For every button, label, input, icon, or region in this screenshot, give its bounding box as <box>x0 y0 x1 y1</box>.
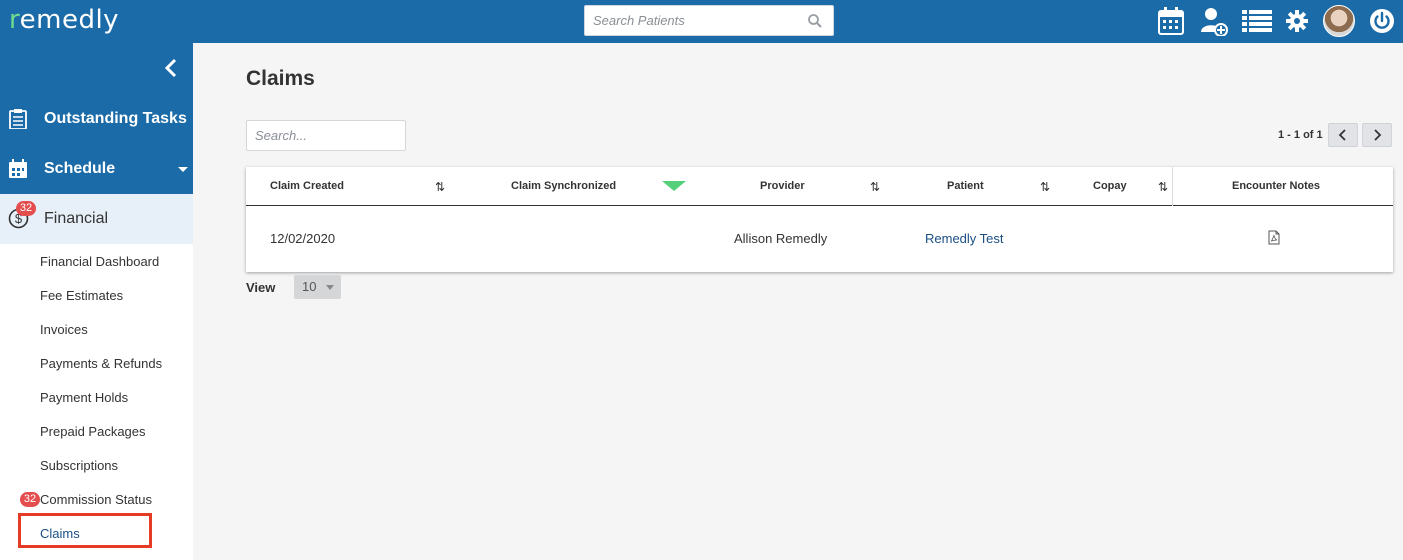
sort-icon[interactable]: ⇅ <box>435 180 445 194</box>
claims-search-input[interactable] <box>247 121 397 150</box>
remedly-logo[interactable]: remedly <box>9 5 119 35</box>
sidebar-subitem-claims[interactable]: Claims <box>40 526 80 541</box>
column-divider <box>1172 167 1173 206</box>
sidebar-subitem-financial-dashboard[interactable]: Financial Dashboard <box>40 254 159 269</box>
notification-badge: 32 <box>20 492 40 507</box>
calendar-icon <box>9 159 27 178</box>
sidebar-subitem-commission-status[interactable]: Commission Status <box>40 492 152 507</box>
sidebar-subitem-fee-estimates[interactable]: Fee Estimates <box>40 288 123 303</box>
notification-badge: 32 <box>16 201 36 216</box>
search-patients-input[interactable] <box>585 6 785 35</box>
sort-icon[interactable]: ⇅ <box>1158 180 1168 194</box>
table-header: Claim Created ⇅ Claim Synchronized Provi… <box>246 167 1393 206</box>
claims-table: Claim Created ⇅ Claim Synchronized Provi… <box>246 167 1393 272</box>
list-icon[interactable] <box>1241 5 1273 37</box>
column-header-copay[interactable]: Copay <box>1093 180 1127 192</box>
sidebar-item-label: Financial <box>44 210 109 227</box>
cell-provider: Allison Remedly <box>734 231 828 246</box>
search-icon[interactable] <box>807 13 823 29</box>
clipboard-icon <box>9 109 27 129</box>
sidebar-subitem-subscriptions[interactable]: Subscriptions <box>40 458 118 473</box>
chevron-left-icon[interactable] <box>162 57 180 79</box>
search-patients-field[interactable] <box>584 5 834 36</box>
page-title: Claims <box>246 67 315 90</box>
sidebar-item-outstanding-tasks[interactable]: Outstanding Tasks <box>0 97 193 141</box>
sidebar-subitem-prepaid-packages[interactable]: Prepaid Packages <box>40 424 146 439</box>
sidebar-subitem-payment-holds[interactable]: Payment Holds <box>40 390 128 405</box>
sidebar-item-financial[interactable]: $ 32 Financial <box>0 194 193 244</box>
avatar[interactable] <box>1323 5 1355 37</box>
gear-icon[interactable] <box>1281 5 1313 37</box>
pagination-info: 1 - 1 of 1 <box>1278 129 1323 141</box>
previous-page-button[interactable] <box>1328 123 1358 147</box>
caret-down-icon <box>326 285 334 290</box>
highlight-box <box>18 513 152 548</box>
patient-link[interactable]: Remedly Test <box>925 231 1004 246</box>
rows-per-page-value: 10 <box>302 279 317 294</box>
sidebar: Outstanding Tasks Schedule $ 32 Financia… <box>0 43 193 560</box>
sidebar-item-label: Schedule <box>44 160 116 177</box>
calendar-icon[interactable] <box>1155 5 1187 37</box>
pdf-icon[interactable] <box>1268 230 1280 245</box>
chevron-left-icon <box>1338 129 1346 141</box>
next-page-button[interactable] <box>1362 123 1392 147</box>
column-header-provider[interactable]: Provider <box>760 180 805 192</box>
cell-claim-created: 12/02/2020 <box>270 231 336 246</box>
main-content: Claims 1 - 1 of 1 Claim Created ⇅ Claim … <box>193 43 1403 560</box>
sidebar-primary-section: Outstanding Tasks Schedule <box>0 43 193 194</box>
sort-icon[interactable]: ⇅ <box>1040 180 1050 194</box>
column-header-encounter-notes: Encounter Notes <box>1232 180 1321 192</box>
sort-icon[interactable]: ⇅ <box>870 180 880 194</box>
rows-per-page-select[interactable]: 10 <box>294 275 341 299</box>
top-bar: remedly <box>0 0 1403 43</box>
sidebar-subitem-payments-refunds[interactable]: Payments & Refunds <box>40 356 162 371</box>
claims-search-field[interactable] <box>246 120 406 151</box>
add-user-icon[interactable] <box>1198 5 1230 37</box>
sort-descending-icon[interactable] <box>662 181 686 191</box>
column-header-claim-synchronized[interactable]: Claim Synchronized <box>511 180 616 192</box>
sidebar-item-label: Outstanding Tasks <box>44 110 187 127</box>
sidebar-subitem-invoices[interactable]: Invoices <box>40 322 88 337</box>
sidebar-item-schedule[interactable]: Schedule <box>0 147 193 191</box>
view-label: View <box>246 280 276 295</box>
caret-down-icon <box>178 167 188 172</box>
chevron-right-icon <box>1374 129 1382 141</box>
column-header-patient[interactable]: Patient <box>947 180 984 192</box>
column-header-claim-created[interactable]: Claim Created <box>270 180 344 192</box>
power-icon[interactable] <box>1366 5 1398 37</box>
